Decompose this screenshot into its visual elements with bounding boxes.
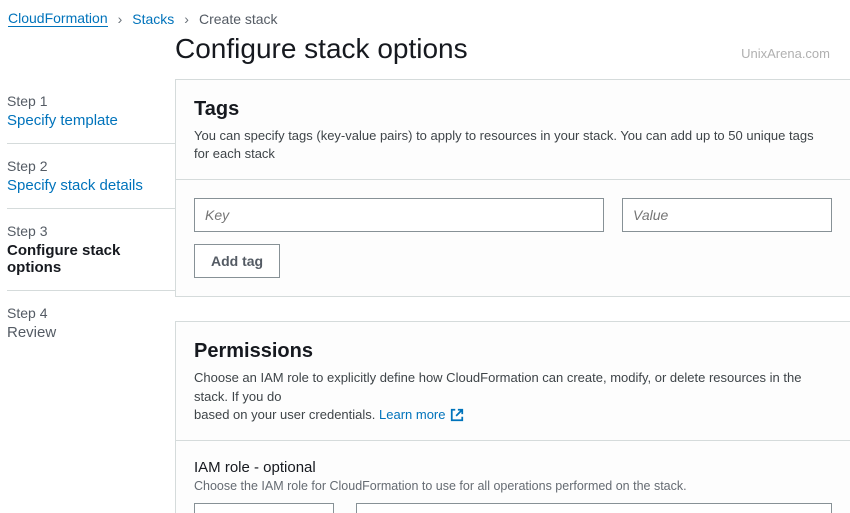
step-1-label: Step 1 bbox=[7, 93, 175, 109]
tags-description: You can specify tags (key-value pairs) t… bbox=[194, 127, 832, 163]
external-link-icon bbox=[450, 408, 464, 422]
step-3-label: Step 3 bbox=[7, 223, 175, 239]
tags-header: Tags bbox=[194, 98, 832, 121]
tag-key-input[interactable] bbox=[194, 198, 604, 232]
step-3-current: Configure stack options bbox=[7, 242, 175, 276]
step-4-link: Review bbox=[7, 324, 175, 341]
tag-value-input[interactable] bbox=[622, 198, 832, 232]
permissions-panel: Permissions Choose an IAM role to explic… bbox=[175, 321, 850, 513]
iam-role-help: Choose the IAM role for CloudFormation t… bbox=[194, 479, 832, 493]
watermark: UnixArena.com bbox=[741, 46, 830, 61]
step-1-link[interactable]: Specify template bbox=[7, 112, 175, 129]
page-title: Configure stack options bbox=[175, 33, 468, 65]
iam-role-label: IAM role - optional bbox=[194, 459, 832, 476]
permissions-header: Permissions bbox=[194, 340, 832, 363]
wizard-steps: Step 1 Specify template Step 2 Specify s… bbox=[0, 79, 175, 513]
divider bbox=[176, 179, 850, 180]
step-4-label: Step 4 bbox=[7, 305, 175, 321]
tags-panel: Tags You can specify tags (key-value pai… bbox=[175, 79, 850, 297]
chevron-right-icon: › bbox=[184, 11, 189, 27]
permissions-description: Choose an IAM role to explicitly define … bbox=[194, 369, 832, 424]
breadcrumb-current: Create stack bbox=[199, 11, 278, 27]
step-2-label: Step 2 bbox=[7, 158, 175, 174]
iam-role-type-select[interactable]: iamRoleArn bbox=[194, 503, 334, 513]
step-2-link[interactable]: Specify stack details bbox=[7, 177, 175, 194]
breadcrumb-root[interactable]: CloudFormation bbox=[8, 10, 108, 27]
divider bbox=[176, 440, 850, 441]
add-tag-button[interactable]: Add tag bbox=[194, 244, 280, 278]
chevron-right-icon: › bbox=[118, 11, 123, 27]
iam-role-arn-input[interactable] bbox=[356, 503, 832, 513]
learn-more-link[interactable]: Learn more bbox=[379, 406, 463, 424]
breadcrumb-stacks[interactable]: Stacks bbox=[132, 11, 174, 27]
breadcrumb: CloudFormation › Stacks › Create stack bbox=[0, 0, 850, 33]
